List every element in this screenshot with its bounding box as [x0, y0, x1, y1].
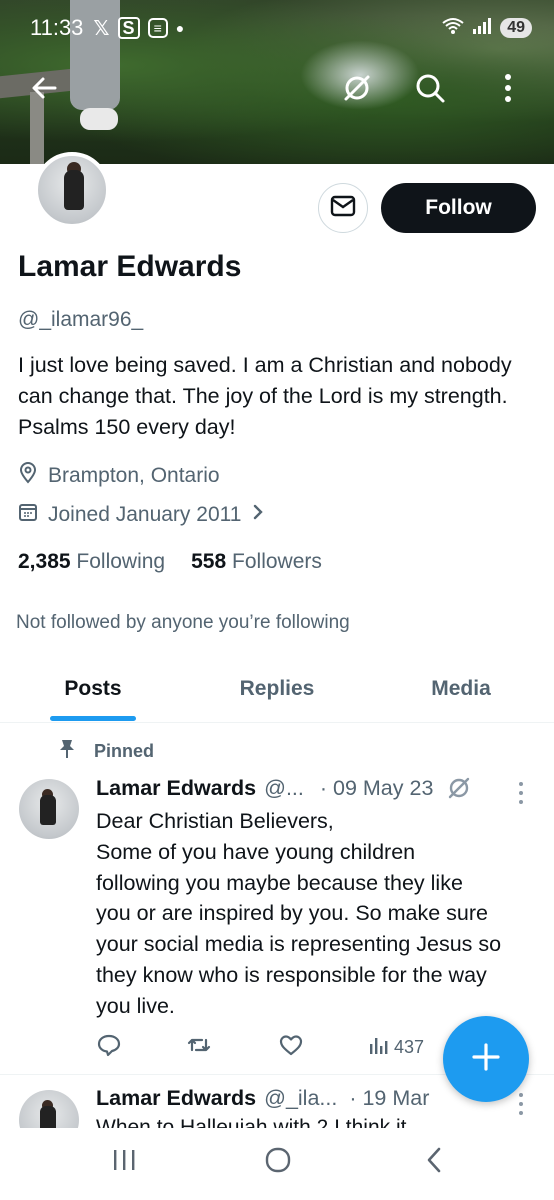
profile-name: Lamar Edwards [18, 250, 242, 283]
recent-apps-icon [111, 1148, 137, 1177]
post-date[interactable]: · 19 Mar [349, 1086, 429, 1111]
post-more-icon[interactable] [514, 779, 528, 807]
repost-button[interactable] [186, 1030, 212, 1064]
following-label: Following [76, 550, 166, 573]
post-header: Lamar Edwards @_ila... · 19 Mar [96, 1086, 429, 1111]
status-time: 11:33 [30, 15, 84, 40]
views-count: 437 [394, 1036, 425, 1057]
s-icon: S [117, 17, 140, 39]
following-link[interactable]: 2,385 Following [18, 550, 165, 574]
tab-replies[interactable]: Replies [204, 655, 350, 723]
profile-location: Brampton, Ontario [18, 462, 220, 490]
mail-icon [330, 195, 356, 222]
home-button[interactable] [258, 1142, 298, 1182]
dot-icon: ● [175, 20, 185, 36]
following-count: 2,385 [18, 550, 71, 573]
system-nav-bar [0, 1128, 554, 1200]
profile-stats: 2,385 Following 558 Followers [18, 550, 322, 574]
recent-apps-button[interactable] [104, 1142, 144, 1182]
profile-handle: @_ilamar96_ [18, 308, 144, 331]
like-button[interactable] [278, 1030, 304, 1064]
profile-tabs: Posts Replies Media [0, 655, 554, 723]
chevron-right-icon [251, 503, 265, 527]
back-button[interactable] [20, 66, 68, 114]
search-icon [414, 72, 446, 109]
post-author-name[interactable]: Lamar Edwards [96, 1086, 256, 1111]
plus-icon [469, 1040, 503, 1079]
x-icon: 𝕏 [93, 17, 110, 40]
followers-count: 558 [191, 550, 227, 573]
post-more-icon[interactable] [514, 1090, 528, 1118]
grok-icon [340, 71, 374, 110]
arrow-left-icon [29, 73, 59, 108]
not-followed-notice: Not followed by anyone you’re following [16, 612, 350, 633]
joined-text: Joined January 2011 [48, 503, 242, 526]
battery-level: 49 [500, 18, 532, 38]
post-author-handle[interactable]: @_ila... [264, 1086, 337, 1111]
tab-media[interactable]: Media [388, 655, 534, 723]
post-text-line: they know who is responsible for the way [96, 962, 487, 987]
followers-label: Followers [232, 550, 322, 573]
more-vertical-icon [503, 73, 513, 108]
post-text: Dear Christian Believers, Some of you ha… [96, 806, 541, 1022]
profile-avatar[interactable] [34, 152, 110, 228]
search-button[interactable] [406, 66, 454, 114]
reply-button[interactable] [96, 1030, 122, 1064]
followers-link[interactable]: 558 Followers [191, 550, 322, 574]
profile-bio: I just love being saved. I am a Christia… [18, 353, 512, 439]
post-date[interactable]: · 09 May 23 [320, 776, 434, 801]
active-tab-indicator [50, 716, 136, 721]
chevron-left-icon [424, 1146, 444, 1179]
post-text-line: following you maybe because they like [96, 870, 463, 895]
post-author-handle[interactable]: @... [264, 776, 304, 801]
analytics-icon [368, 1034, 390, 1061]
post-avatar[interactable] [19, 779, 79, 839]
back-nav-button[interactable] [414, 1142, 454, 1182]
repost-icon [186, 1033, 212, 1062]
post-actions: 437 [96, 1030, 436, 1064]
news-icon: ≡ [147, 18, 168, 38]
status-bar: 11:33 𝕏 S ≡ ● 49 [0, 0, 554, 56]
wifi-icon [442, 17, 464, 40]
profile-joined[interactable]: Joined January 2011 [18, 502, 265, 528]
grok-button[interactable] [333, 66, 381, 114]
heart-icon [278, 1033, 304, 1062]
compose-button[interactable] [443, 1016, 529, 1102]
home-circle-icon [264, 1146, 292, 1179]
pinned-label: Pinned [58, 738, 154, 765]
post-text-line: Dear Christian Believers, [96, 809, 334, 833]
message-button[interactable] [318, 183, 368, 233]
location-pin-icon [18, 462, 38, 490]
post-text-peek: When to Halleujah with 2 I think it [96, 1116, 407, 1128]
follow-button[interactable]: Follow [381, 183, 536, 233]
post-text-line: you or are inspired by you. So make sure [96, 901, 488, 926]
location-text: Brampton, Ontario [48, 464, 220, 487]
post-author-name[interactable]: Lamar Edwards [96, 776, 256, 801]
post-text-line: your social media is representing Jesus … [96, 932, 502, 957]
calendar-icon [18, 502, 38, 528]
post-text-line: Some of you have young children [96, 839, 416, 864]
post-header: Lamar Edwards @... · 09 May 23 [96, 774, 473, 802]
signal-icon [472, 17, 492, 40]
pinned-text: Pinned [94, 741, 155, 761]
more-button[interactable] [484, 66, 532, 114]
views-button[interactable]: 437 [368, 1030, 424, 1064]
tab-posts[interactable]: Posts [20, 655, 166, 723]
grok-icon[interactable] [445, 774, 473, 802]
reply-icon [96, 1033, 122, 1062]
pin-icon [58, 738, 76, 765]
